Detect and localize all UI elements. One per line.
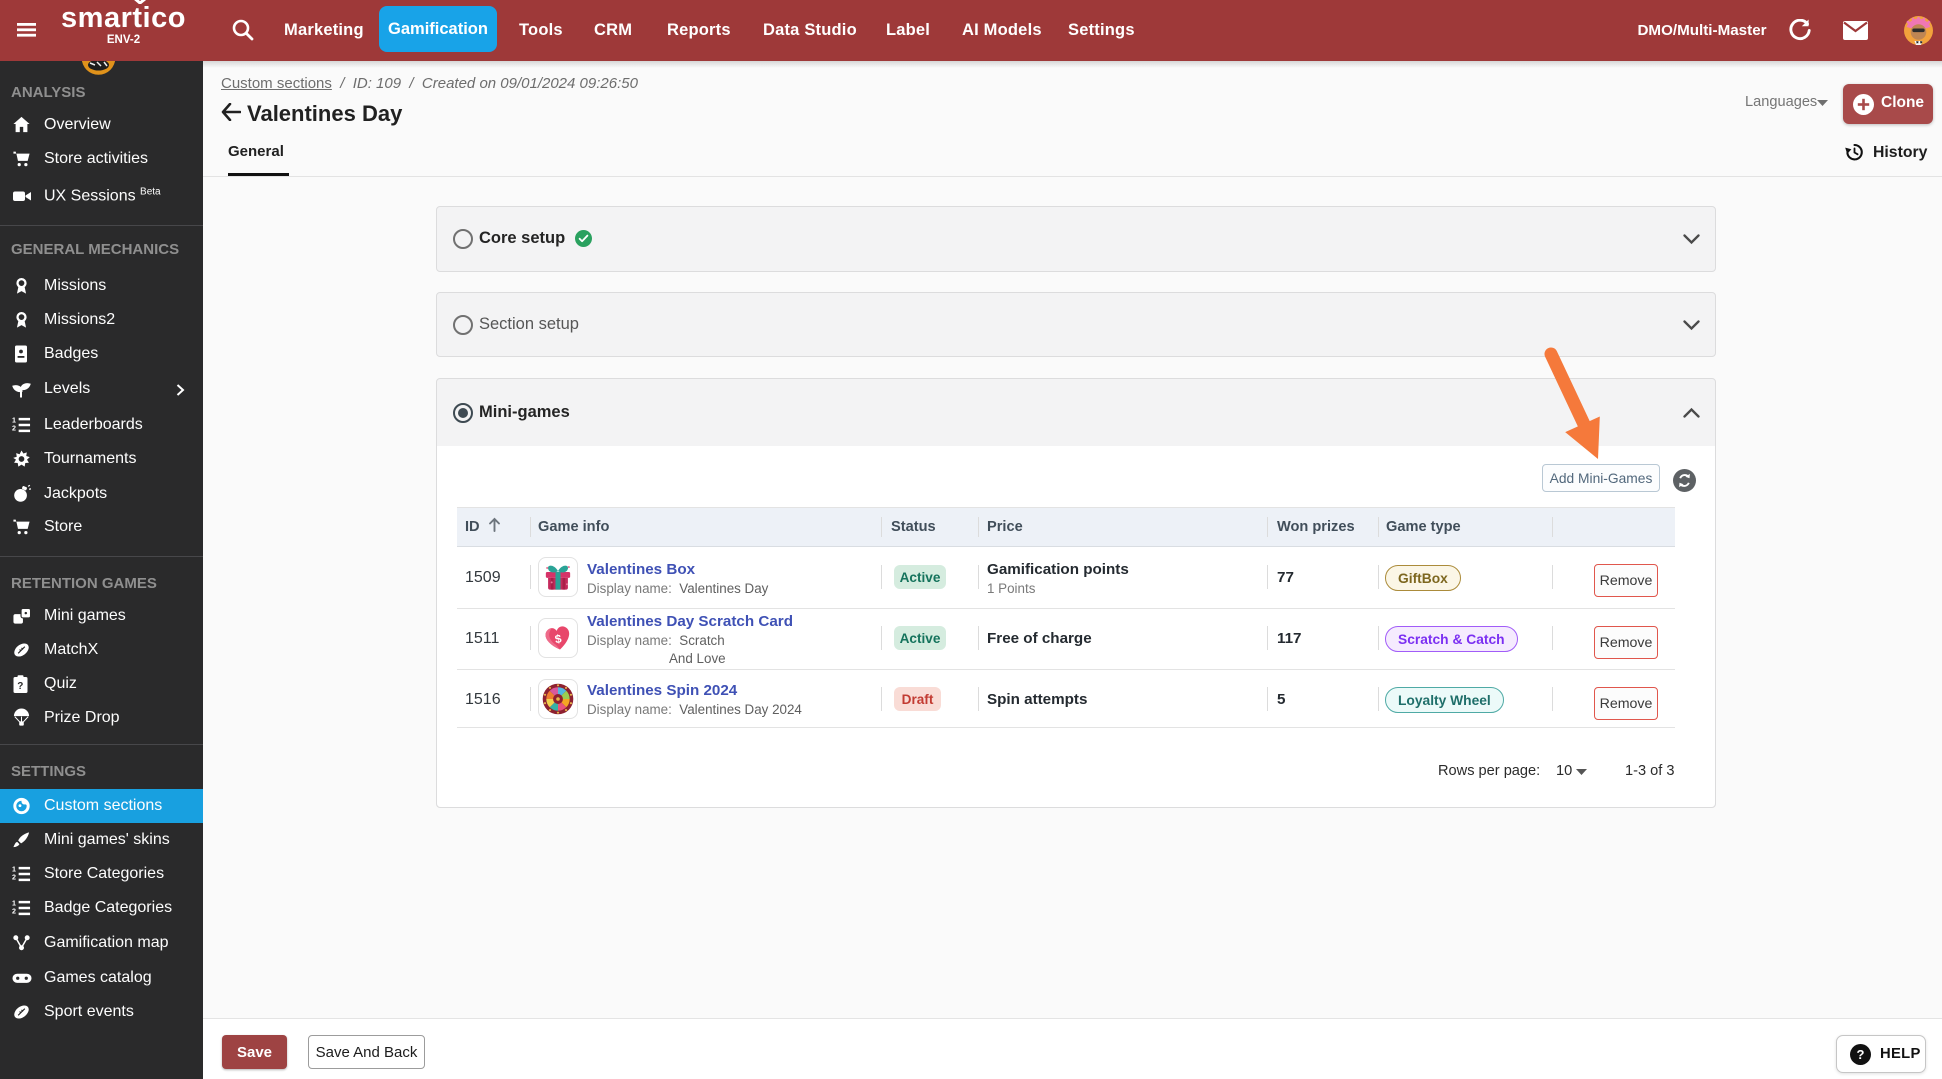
svg-text:2: 2 <box>12 908 16 916</box>
svg-text:1: 1 <box>12 866 16 874</box>
svg-text:2: 2 <box>12 874 16 882</box>
svg-text:1: 1 <box>12 417 16 425</box>
svg-text:1: 1 <box>12 900 16 908</box>
svg-text:?: ? <box>17 681 23 692</box>
svg-text:2: 2 <box>12 425 16 433</box>
svg-text:?: ? <box>1857 1047 1865 1062</box>
